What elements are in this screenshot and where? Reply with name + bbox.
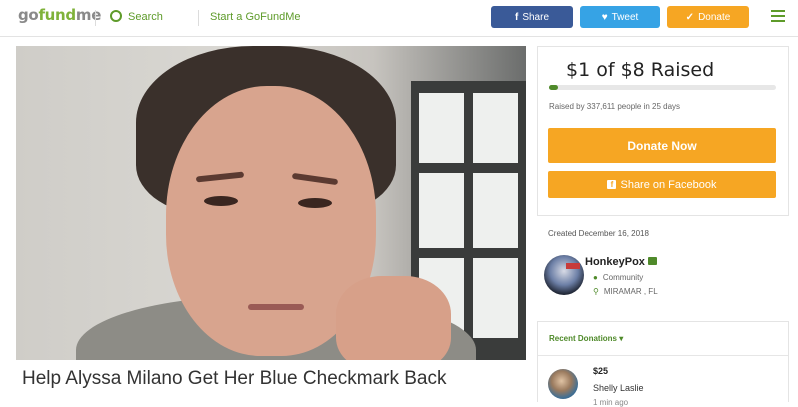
tweet-button[interactable]: ♥ Tweet	[580, 6, 660, 28]
progress-fill	[549, 85, 559, 90]
donor-avatar	[548, 369, 578, 399]
raised-amount: $1 of $8 Raised	[566, 59, 715, 81]
share-facebook-label: Share on Facebook	[620, 178, 717, 191]
donation-time: 1 min ago	[593, 398, 629, 407]
campaign-title: Help Alyssa Milano Get Her Blue Checkmar…	[22, 368, 447, 389]
hamburger-menu-icon[interactable]	[771, 10, 785, 22]
category-text: Community	[602, 273, 644, 282]
share-label: Share	[522, 11, 550, 23]
donate-label: Donate	[698, 11, 731, 23]
organizer-name-text: HonkeyPox	[585, 256, 645, 268]
twitter-icon: ♥	[601, 11, 608, 23]
logo-suffix: me	[75, 6, 102, 24]
created-date: Created December 16, 2018	[548, 229, 649, 238]
nav-divider	[198, 10, 199, 26]
gofundme-logo[interactable]: gofundme	[18, 6, 101, 24]
tweet-label: Tweet	[611, 11, 639, 23]
share-button[interactable]: f Share	[491, 6, 573, 28]
donate-now-button[interactable]: Donate Now	[548, 128, 776, 163]
search-icon	[110, 10, 122, 22]
organizer-location: ⚲ MIRAMAR , FL	[593, 287, 658, 296]
share-on-facebook-button[interactable]: f Share on Facebook	[548, 171, 776, 198]
logo-prefix: go	[18, 6, 39, 24]
top-navigation-bar: gofundme Search Start a GoFundMe f Share …	[0, 0, 798, 37]
campaign-photo	[16, 46, 526, 360]
progress-bar	[549, 85, 776, 90]
donate-header-button[interactable]: ✓ Donate	[667, 6, 749, 28]
start-gofundme-link[interactable]: Start a GoFundMe	[210, 11, 301, 23]
search-link[interactable]: Search	[110, 10, 163, 23]
donor-name: Shelly Laslie	[593, 383, 644, 393]
donation-summary-card: $1 of $8 Raised Raised by 337,611 people…	[537, 46, 789, 216]
donation-amount: $25	[593, 366, 609, 376]
organizer-category: ● Community	[593, 273, 643, 282]
facebook-icon: f	[607, 180, 617, 189]
organizer-name[interactable]: HonkeyPox	[585, 256, 657, 268]
nav-divider	[95, 10, 96, 26]
logo-main: fund	[38, 6, 76, 24]
recent-donations-label: Recent Donations	[549, 334, 618, 343]
recent-donations-toggle[interactable]: Recent Donations ▾	[549, 334, 623, 343]
caret-down-icon: ▾	[619, 334, 624, 343]
location-text: MIRAMAR , FL	[603, 287, 658, 296]
location-pin-icon: ⚲	[593, 287, 599, 296]
search-label: Search	[128, 11, 163, 23]
recent-donations-panel: Recent Donations ▾ $25 Shelly Laslie 1 m…	[537, 321, 789, 407]
raised-by-text: Raised by 337,611 people in 25 days	[549, 102, 681, 111]
facebook-icon: f	[514, 11, 519, 23]
verified-envelope-icon	[647, 257, 657, 265]
checkmark-icon: ✓	[685, 11, 695, 23]
tag-icon: ●	[593, 273, 598, 282]
